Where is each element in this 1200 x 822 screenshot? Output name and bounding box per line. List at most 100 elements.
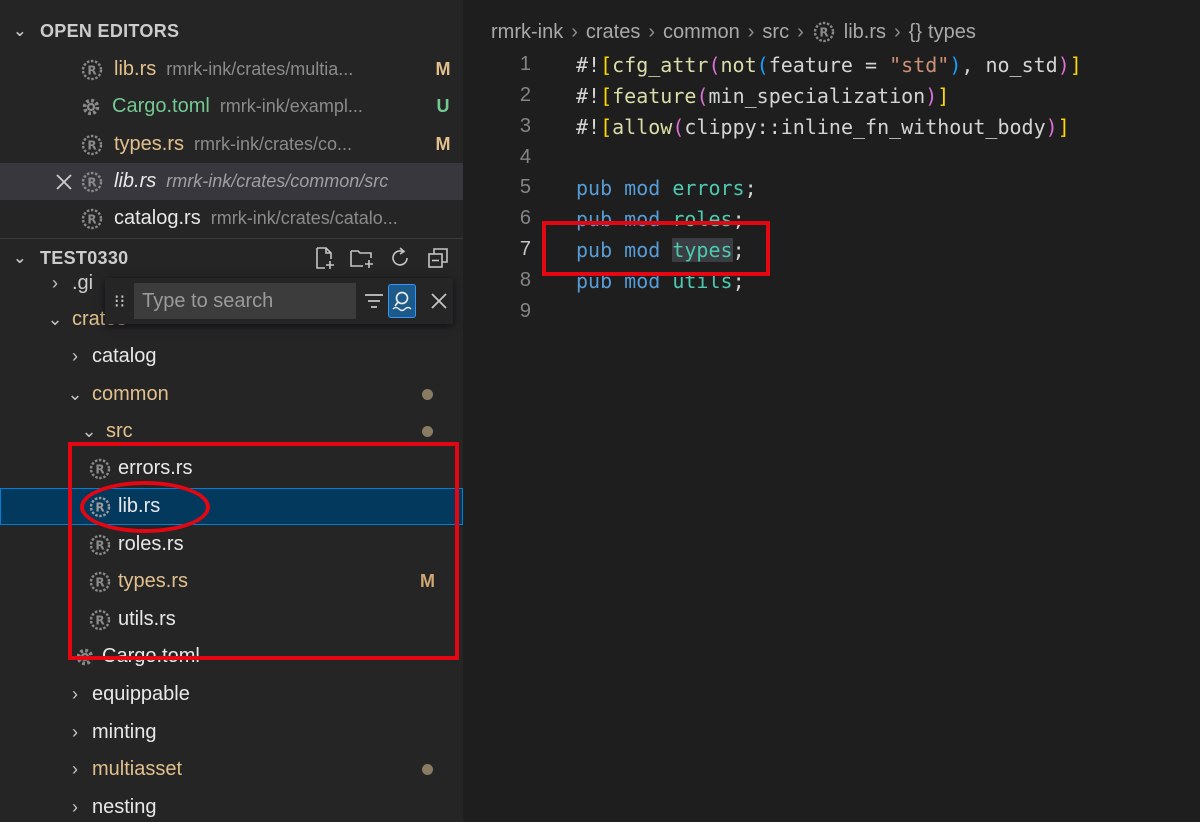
modified-badge: M	[420, 571, 435, 591]
breadcrumb-item[interactable]: crates	[586, 21, 640, 44]
line-number: 1	[519, 53, 531, 75]
tree-folder-nesting[interactable]: › nesting	[0, 789, 463, 822]
open-editors-title: OPEN EDITORS	[40, 20, 180, 41]
tree-file-types-rs[interactable]: R types.rs M	[0, 563, 463, 600]
open-editor-name: catalog.rs	[114, 207, 201, 229]
chevron-right-icon: ›	[893, 20, 901, 43]
rust-file-icon: R	[81, 171, 103, 192]
tree-folder-equippable[interactable]: › equippable	[0, 676, 463, 713]
open-editor-item-cargo-toml[interactable]: Cargo.toml rmrk-ink/exampl... U	[0, 88, 463, 125]
fuzzy-match-icon[interactable]	[387, 284, 416, 318]
tree-folder-multiasset[interactable]: › multiasset	[0, 751, 463, 788]
module-symbol-icon: {}	[908, 20, 923, 43]
rust-file-icon: R	[89, 458, 111, 479]
svg-text:R: R	[95, 462, 104, 476]
rust-file-icon: R	[81, 59, 103, 80]
code-line[interactable]: 5 pub mod errors;	[463, 172, 1200, 203]
open-editor-item-types[interactable]: R types.rs rmrk-ink/crates/co... M	[0, 126, 463, 163]
open-editor-item-catalog[interactable]: R catalog.rs rmrk-ink/crates/catalo...	[0, 200, 463, 237]
svg-text:R: R	[819, 26, 828, 40]
tree-search-input[interactable]	[134, 283, 357, 319]
chevron-down-icon: ⌄	[81, 421, 97, 441]
rust-file-icon: R	[89, 496, 111, 517]
modified-badge: M	[435, 134, 451, 154]
untracked-badge: U	[436, 96, 450, 116]
drag-handle-icon[interactable]: ⁝⁝	[105, 291, 134, 312]
rust-file-icon: R	[81, 134, 103, 155]
chevron-right-icon: ›	[72, 797, 78, 817]
close-icon[interactable]	[426, 284, 454, 318]
modified-badge: M	[435, 59, 451, 79]
tree-file-lib-rs[interactable]: R lib.rs	[0, 488, 463, 525]
line-number: 6	[519, 207, 531, 229]
chevron-right-icon: ›	[72, 346, 78, 366]
open-editor-item-lib-common[interactable]: R lib.rs rmrk-ink/crates/common/src	[0, 163, 463, 200]
breadcrumb-item[interactable]: types	[928, 21, 976, 44]
tree-folder-src[interactable]: ⌄ src	[0, 413, 463, 450]
rust-file-icon: R	[89, 571, 111, 592]
chevron-right-icon: ›	[571, 20, 578, 43]
code-line[interactable]: 1 #![cfg_attr(not(feature = "std"), no_s…	[463, 49, 1200, 80]
code-line[interactable]: 6 pub mod roles;	[463, 203, 1200, 234]
code-line[interactable]: 3 #![allow(clippy::inline_fn_without_bod…	[463, 111, 1200, 142]
line-number: 4	[519, 146, 531, 168]
tree-file-errors-rs[interactable]: R errors.rs	[0, 450, 463, 487]
chevron-down-icon: ⌄	[67, 384, 83, 404]
line-number: 7	[519, 238, 531, 260]
open-editor-path: rmrk-ink/crates/co...	[194, 134, 353, 154]
svg-text:R: R	[87, 63, 96, 77]
chevron-right-icon: ›	[72, 722, 78, 742]
modified-dot	[422, 426, 433, 437]
line-number: 5	[519, 176, 531, 198]
code-line[interactable]: 2 #![feature(min_specialization)]	[463, 80, 1200, 111]
chevron-right-icon: ›	[72, 684, 78, 704]
open-editor-name: lib.rs	[114, 58, 157, 80]
breadcrumb-item[interactable]: rmrk-ink	[491, 21, 563, 44]
tree-file-cargo-toml[interactable]: Cargo.toml	[0, 638, 463, 675]
rust-file-icon: R	[89, 534, 111, 555]
line-number: 8	[519, 269, 531, 291]
code-line[interactable]: 8 pub mod utils;	[463, 265, 1200, 296]
open-editor-item-lib-multiasset[interactable]: R lib.rs rmrk-ink/crates/multia... M	[0, 51, 463, 88]
tree-folder-minting[interactable]: › minting	[0, 714, 463, 751]
highlighted-symbol: types	[672, 237, 733, 262]
open-editors-header[interactable]: ⌄ OPEN EDITORS	[0, 12, 463, 50]
breadcrumb-item[interactable]: common	[663, 21, 740, 44]
chevron-right-icon: ›	[648, 20, 656, 43]
code-line[interactable]: 9	[463, 296, 1200, 327]
svg-text:R: R	[95, 575, 104, 589]
chevron-down-icon: ⌄	[47, 309, 63, 329]
open-editor-name: Cargo.toml	[112, 95, 210, 117]
rust-file-icon: R	[813, 21, 834, 43]
chevron-right-icon: ›	[72, 759, 78, 779]
gear-icon	[76, 648, 94, 665]
tree-file-roles-rs[interactable]: R roles.rs	[0, 526, 463, 563]
open-editor-name: lib.rs	[114, 170, 157, 192]
close-icon[interactable]	[54, 172, 74, 192]
tree-find-widget: ⁝⁝	[105, 278, 453, 324]
open-editor-path: rmrk-ink/crates/catalo...	[210, 208, 398, 228]
modified-dot	[422, 389, 433, 400]
code-line-current[interactable]: 7 pub mod types;	[463, 234, 1200, 265]
svg-text:R: R	[87, 175, 96, 189]
open-editor-path: rmrk-ink/crates/multia...	[166, 59, 354, 79]
chevron-down-icon: ⌄	[13, 23, 27, 40]
filter-icon[interactable]	[360, 284, 388, 318]
gear-icon	[82, 98, 100, 115]
tree-file-utils-rs[interactable]: R utils.rs	[0, 601, 463, 638]
tree-folder-catalog[interactable]: › catalog	[0, 338, 463, 375]
svg-text:R: R	[87, 138, 96, 152]
svg-text:R: R	[95, 613, 104, 627]
tree-folder-common[interactable]: ⌄ common	[0, 376, 463, 413]
code-line[interactable]: 4	[463, 142, 1200, 173]
breadcrumb-item[interactable]: src	[762, 21, 789, 44]
svg-text:R: R	[95, 500, 104, 514]
open-editor-path: rmrk-ink/crates/common/src	[166, 171, 389, 191]
rust-file-icon: R	[81, 208, 103, 229]
breadcrumb: rmrk-ink › crates › common › src › R lib…	[491, 16, 976, 48]
breadcrumb-item[interactable]: lib.rs	[844, 21, 886, 44]
open-editor-name: types.rs	[114, 133, 185, 155]
line-number: 2	[519, 84, 531, 106]
chevron-right-icon: ›	[797, 20, 804, 43]
svg-text:R: R	[95, 538, 104, 552]
